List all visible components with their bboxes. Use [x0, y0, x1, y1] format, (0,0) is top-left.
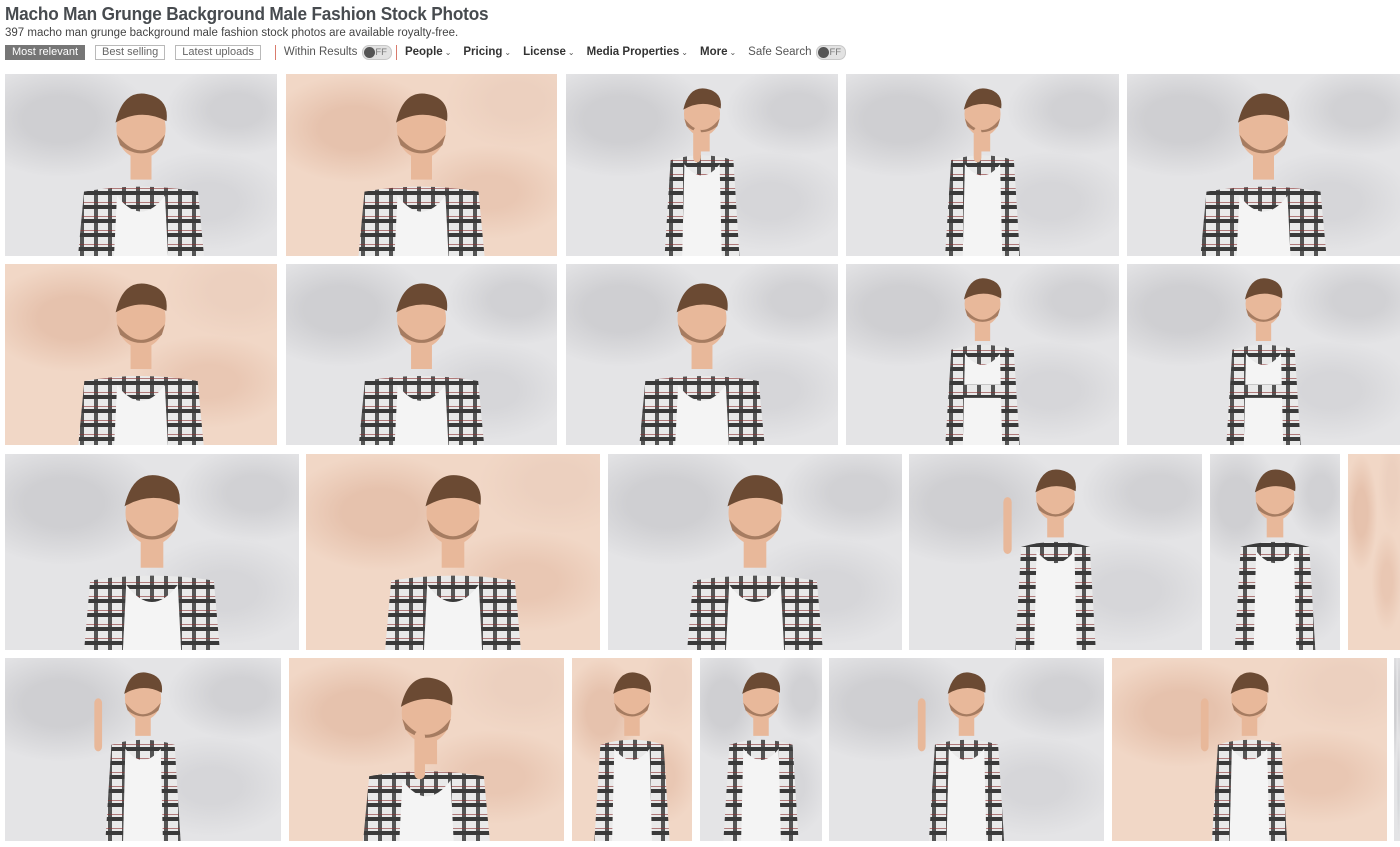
stock-photo-thumbnail[interactable]: [286, 74, 557, 256]
chevron-down-icon: ⌄: [444, 47, 452, 57]
stock-photo-thumbnail[interactable]: [1210, 454, 1340, 650]
stock-photo-thumbnail[interactable]: [608, 454, 902, 650]
sort-latest-uploads-button[interactable]: Latest uploads: [175, 44, 261, 60]
stock-photo-thumbnail[interactable]: [572, 658, 692, 841]
safe-search-label: Safe Search: [748, 46, 812, 58]
chevron-down-icon: ⌄: [567, 47, 575, 57]
stock-photo-thumbnail[interactable]: [846, 264, 1119, 445]
page-title: Macho Man Grunge Background Male Fashion…: [5, 3, 489, 24]
pricing-dropdown[interactable]: Pricing ⌄: [463, 46, 511, 58]
stock-photo-thumbnail[interactable]: [286, 264, 557, 445]
toggle-knob-icon: [364, 46, 376, 58]
chevron-down-icon: ⌄: [681, 47, 688, 57]
sort-best-selling-button[interactable]: Best selling: [95, 44, 166, 60]
stock-photo-thumbnail[interactable]: [1127, 74, 1400, 256]
safe-search-toggle[interactable]: FF: [816, 44, 847, 60]
within-results-label: Within Results: [283, 46, 358, 58]
stock-photo-thumbnail[interactable]: [1348, 454, 1400, 650]
stock-photo-thumbnail[interactable]: [909, 454, 1202, 650]
media-properties-dropdown[interactable]: Media Properties ⌄: [587, 46, 688, 58]
license-dropdown-label: License: [523, 46, 566, 58]
stock-photo-thumbnail[interactable]: [5, 74, 277, 256]
filter-divider: [274, 44, 276, 60]
more-dropdown[interactable]: More ⌄: [700, 46, 736, 58]
toggle-knob-icon: [818, 46, 830, 58]
within-results-toggle[interactable]: FF: [362, 44, 392, 60]
stock-photo-thumbnail[interactable]: [700, 658, 822, 841]
result-count-subtitle: 397 macho man grunge background male fas…: [5, 27, 459, 39]
stock-photo-thumbnail[interactable]: [5, 454, 299, 650]
stock-photo-thumbnail[interactable]: [846, 74, 1119, 256]
stock-photo-thumbnail[interactable]: [1394, 658, 1400, 841]
stock-photo-thumbnail[interactable]: [829, 658, 1104, 841]
license-dropdown[interactable]: License ⌄: [523, 46, 575, 58]
stock-photo-thumbnail[interactable]: [5, 264, 277, 445]
sort-most-relevant-button[interactable]: Most relevant: [5, 44, 86, 60]
chevron-down-icon: ⌄: [729, 47, 737, 57]
safe-search-state: FF: [829, 46, 842, 58]
media-properties-dropdown-label: Media Properties: [586, 46, 680, 58]
within-results-state: FF: [375, 46, 387, 58]
stock-photo-thumbnail[interactable]: [1112, 658, 1387, 841]
people-dropdown-label: People: [404, 46, 443, 58]
filter-bar: Most relevant Best selling Latest upload…: [5, 44, 1395, 60]
stock-photo-thumbnail[interactable]: [566, 264, 838, 445]
stock-photo-thumbnail[interactable]: [306, 454, 600, 650]
page-header: Macho Man Grunge Background Male Fashion…: [5, 3, 1395, 60]
pricing-dropdown-label: Pricing: [463, 46, 503, 58]
stock-photo-thumbnail[interactable]: [566, 74, 838, 256]
stock-photo-thumbnail[interactable]: [5, 658, 281, 841]
more-dropdown-label: More: [699, 46, 728, 58]
chevron-down-icon: ⌄: [504, 47, 512, 57]
stock-photo-thumbnail[interactable]: [289, 658, 564, 841]
stock-photo-thumbnail[interactable]: [1127, 264, 1400, 445]
filter-divider: [395, 44, 397, 60]
people-dropdown[interactable]: People ⌄: [405, 46, 451, 58]
